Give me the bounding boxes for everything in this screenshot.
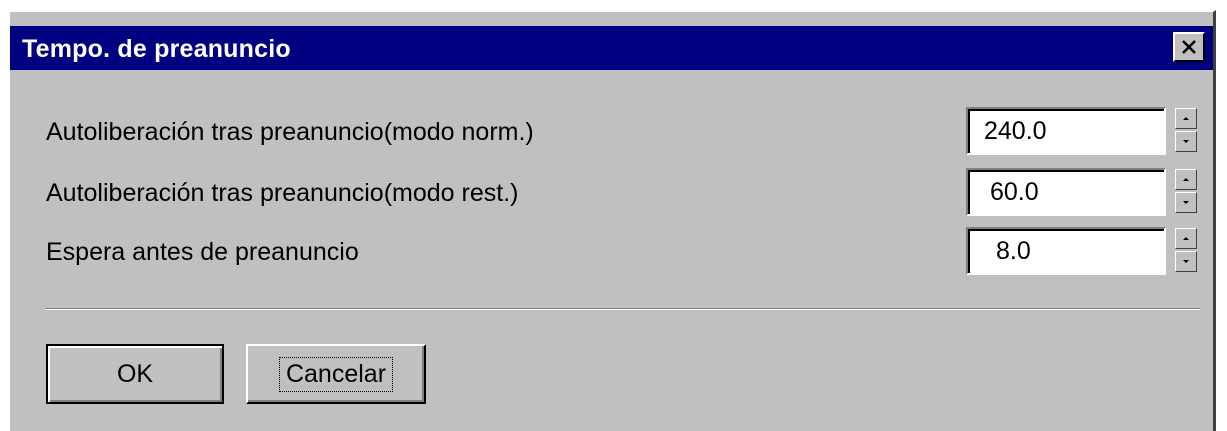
ok-button[interactable]: OK (46, 344, 224, 404)
auto-release-normal-spinner (1175, 108, 1197, 154)
cancel-button[interactable]: Cancelar (246, 344, 426, 404)
wait-before-preannounce-spinner (1175, 228, 1197, 274)
spin-down-button[interactable] (1175, 251, 1197, 272)
arrow-down-icon (1183, 140, 1189, 143)
auto-release-restricted-spinner (1175, 169, 1197, 215)
dialog-window: Tempo. de preanuncio Autoliberación tras… (0, 10, 1216, 431)
arrow-down-icon (1183, 201, 1189, 204)
arrow-down-icon (1183, 260, 1189, 263)
spin-up-button[interactable] (1175, 169, 1197, 190)
auto-release-restricted-input[interactable]: 60.0 (966, 168, 1166, 216)
separator (46, 308, 1200, 310)
field-label-auto-release-normal: Autoliberación tras preanuncio(modo norm… (46, 118, 534, 146)
field-label-wait-before-preannounce: Espera antes de preanuncio (46, 238, 359, 266)
close-button[interactable] (1173, 32, 1205, 62)
close-icon (1182, 40, 1196, 54)
cancel-button-label: Cancelar (278, 356, 394, 392)
auto-release-normal-input[interactable]: 240.0 (966, 107, 1166, 155)
arrow-up-icon (1183, 178, 1189, 181)
field-label-auto-release-restricted: Autoliberación tras preanuncio(modo rest… (46, 179, 519, 207)
spin-down-button[interactable] (1175, 192, 1197, 213)
arrow-up-icon (1183, 237, 1189, 240)
wait-before-preannounce-input[interactable]: 8.0 (966, 227, 1166, 275)
ok-button-label: OK (116, 359, 154, 388)
spin-up-button[interactable] (1175, 108, 1197, 129)
spin-up-button[interactable] (1175, 228, 1197, 249)
window-title: Tempo. de preanuncio (22, 35, 291, 63)
title-bar: Tempo. de preanuncio (10, 26, 1213, 70)
spin-down-button[interactable] (1175, 131, 1197, 152)
arrow-up-icon (1183, 117, 1189, 120)
